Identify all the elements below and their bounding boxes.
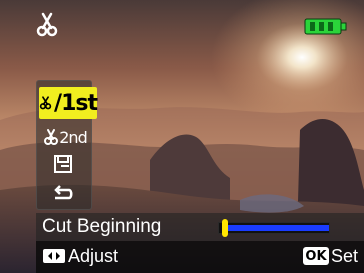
left-right-buttons-icon: [43, 249, 65, 263]
progress-track: [218, 219, 330, 237]
status-label: Cut Beginning: [42, 216, 162, 237]
return-icon: [54, 185, 73, 200]
set-label: Set: [330, 245, 358, 266]
battery-full-icon: [304, 16, 348, 40]
menu-item-label: 2nd: [59, 127, 88, 147]
bottom-bar: Adjust OK Set: [36, 241, 364, 273]
menu-item-cut-2nd[interactable]: 2nd: [41, 123, 89, 151]
camera-screen: /1st 2nd Cut Beginning Adjust OK Set: [0, 0, 364, 273]
scissors-icon: [44, 129, 59, 145]
status-row: Cut Beginning: [36, 213, 364, 241]
edit-menu: /1st 2nd: [36, 80, 98, 210]
left-right-buttons-icon: [42, 248, 66, 264]
progress-knob[interactable]: [222, 219, 228, 237]
save-icon: [54, 155, 72, 173]
menu-item-save[interactable]: [45, 151, 81, 177]
adjust-label: Adjust: [68, 245, 119, 266]
ok-badge: OK: [302, 247, 329, 265]
menu-item-cut-1st[interactable]: /1st: [39, 87, 98, 119]
scissors-icon[interactable]: [22, 4, 72, 44]
set-control[interactable]: OK Set: [302, 241, 358, 271]
battery-full-icon: [304, 18, 347, 35]
scissors-icon: [39, 96, 52, 110]
menu-item-label: /1st: [54, 90, 98, 116]
adjust-control[interactable]: Adjust: [42, 241, 118, 271]
progress-fill: [228, 225, 329, 231]
scissors-icon: [36, 12, 58, 37]
top-bar: [0, 0, 364, 42]
menu-item-return[interactable]: [45, 177, 81, 205]
